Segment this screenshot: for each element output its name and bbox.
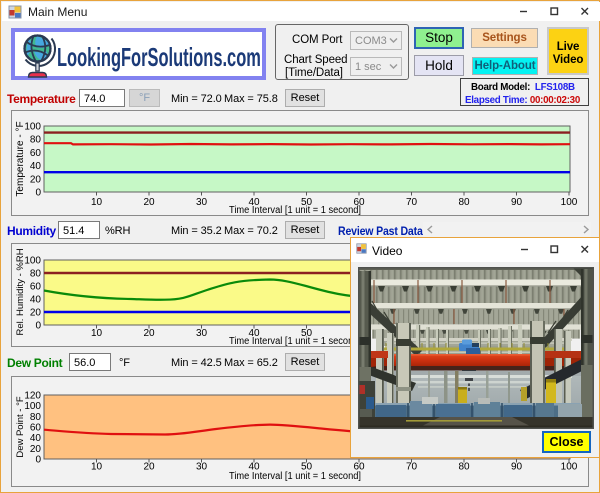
svg-text:80: 80 <box>30 135 42 146</box>
svg-text:80: 80 <box>30 269 42 280</box>
svg-text:100: 100 <box>561 462 578 473</box>
svg-text:100: 100 <box>24 122 41 133</box>
svg-text:120: 120 <box>24 391 41 402</box>
svg-text:90: 90 <box>511 197 523 208</box>
svg-text:60: 60 <box>30 282 42 293</box>
svg-text:0: 0 <box>35 321 41 332</box>
svg-text:Rel. Humidity - %RH: Rel. Humidity - %RH <box>15 248 26 335</box>
svg-text:60: 60 <box>30 148 42 159</box>
svg-text:90: 90 <box>511 462 523 473</box>
svg-text:70: 70 <box>406 197 418 208</box>
svg-text:0: 0 <box>35 188 41 199</box>
svg-text:20: 20 <box>143 197 155 208</box>
svg-text:30: 30 <box>196 197 208 208</box>
svg-text:Time Interval [1 unit = 1 seco: Time Interval [1 unit = 1 second] <box>229 336 361 347</box>
svg-text:20: 20 <box>143 328 155 339</box>
svg-text:Dew Point - °F: Dew Point - °F <box>15 396 26 458</box>
svg-text:60: 60 <box>30 423 42 434</box>
svg-text:Temperature - °F: Temperature - °F <box>15 121 26 196</box>
svg-text:10: 10 <box>91 462 103 473</box>
svg-text:30: 30 <box>196 328 208 339</box>
svg-text:100: 100 <box>561 197 578 208</box>
svg-text:40: 40 <box>30 161 42 172</box>
svg-text:100: 100 <box>24 401 41 412</box>
svg-text:30: 30 <box>196 462 208 473</box>
svg-text:0: 0 <box>35 455 41 466</box>
svg-text:Time Interval [1 unit = 1 seco: Time Interval [1 unit = 1 second] <box>229 471 361 482</box>
svg-text:100: 100 <box>24 256 41 267</box>
svg-text:80: 80 <box>458 462 470 473</box>
svg-text:20: 20 <box>30 174 42 185</box>
svg-text:10: 10 <box>91 197 103 208</box>
svg-text:10: 10 <box>91 328 103 339</box>
svg-text:80: 80 <box>458 197 470 208</box>
svg-text:Time Interval [1 unit = 1 seco: Time Interval [1 unit = 1 second] <box>229 205 361 216</box>
svg-text:70: 70 <box>406 462 418 473</box>
svg-text:20: 20 <box>143 462 155 473</box>
svg-text:40: 40 <box>30 295 42 306</box>
svg-text:40: 40 <box>30 433 42 444</box>
svg-text:20: 20 <box>30 308 42 319</box>
svg-text:20: 20 <box>30 444 42 455</box>
svg-text:80: 80 <box>30 412 42 423</box>
